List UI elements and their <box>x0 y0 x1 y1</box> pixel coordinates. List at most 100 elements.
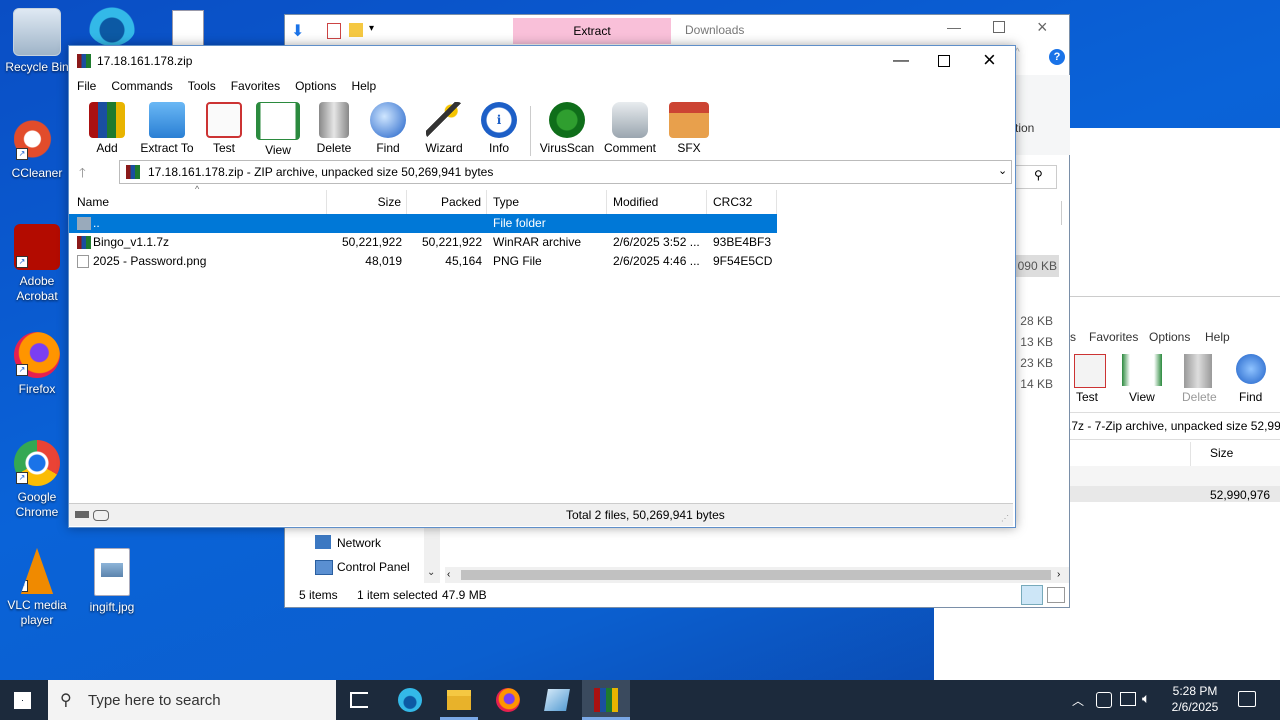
table-row[interactable]: .. File folder <box>69 214 777 233</box>
scroll-right-icon[interactable]: › <box>1057 569 1060 580</box>
minimize-icon[interactable]: — <box>947 19 961 35</box>
folder-icon[interactable] <box>349 23 363 37</box>
close-icon[interactable]: × <box>983 48 996 72</box>
row-type: File folder <box>493 216 546 230</box>
path-bar[interactable]: 17.18.161.178.zip - ZIP archive, unpacke… <box>119 160 1012 184</box>
help-icon[interactable]: ? <box>1049 49 1065 65</box>
comment-button[interactable]: Comment <box>600 102 660 155</box>
size-cell: 14 KB <box>1020 377 1053 391</box>
view-button[interactable]: View <box>250 102 306 157</box>
control-panel-icon <box>315 560 333 575</box>
clock[interactable]: 5:28 PM 2/6/2025 <box>1166 683 1224 715</box>
clock-time: 5:28 PM <box>1172 684 1218 698</box>
properties-icon[interactable] <box>327 23 341 39</box>
row-packed: 45,164 <box>445 254 482 268</box>
winrar-archive-icon <box>77 236 91 249</box>
drive-icon[interactable] <box>75 511 89 518</box>
file-explorer-taskbar-icon[interactable] <box>447 690 471 710</box>
add-button[interactable]: Add <box>79 102 135 155</box>
taskbar-search-box[interactable]: ⚲ Type here to search <box>48 680 336 720</box>
download-arrow-icon[interactable]: ⬇ <box>291 21 309 40</box>
desktop-icon-vlc[interactable]: ↗ VLC media player <box>2 548 72 628</box>
sfx-button[interactable]: SFX <box>661 102 717 155</box>
menu-options[interactable]: Options <box>295 79 336 93</box>
info-button[interactable]: i Info <box>471 102 527 155</box>
row-modified: 2/6/2025 4:46 ... <box>613 254 700 268</box>
table-row[interactable]: 2025 - Password.png 48,019 45,164 PNG Fi… <box>69 252 777 271</box>
firefox-taskbar-icon[interactable] <box>496 688 520 712</box>
scroll-left-icon[interactable]: ‹ <box>447 569 450 580</box>
explorer-sizes: 28 KB 13 KB 23 KB 14 KB <box>1015 311 1053 395</box>
desktop-icon-firefox[interactable]: ↗ Firefox <box>2 332 72 397</box>
scrollbar-thumb[interactable] <box>461 570 1051 580</box>
desktop-icon-ingift[interactable]: ingift.jpg <box>77 548 147 615</box>
wizard-button[interactable]: Wizard <box>416 102 472 155</box>
extract-to-button[interactable]: Extract To <box>137 102 197 155</box>
find-button[interactable]: Find <box>360 102 416 155</box>
task-view-icon[interactable] <box>350 692 368 708</box>
menu-favorites[interactable]: Favorites <box>231 79 280 93</box>
menu-file[interactable]: File <box>77 79 96 93</box>
details-view-icon[interactable] <box>1021 585 1043 605</box>
minimize-icon[interactable]: — <box>893 52 909 70</box>
column-header-size[interactable]: Size <box>327 190 407 214</box>
column-header-crc32[interactable]: CRC32 <box>707 190 777 214</box>
winrar-app-icon <box>77 54 91 68</box>
menu-commands[interactable]: Commands <box>111 79 172 93</box>
view-book-icon <box>256 102 300 140</box>
close-icon[interactable]: × <box>1037 17 1048 38</box>
desktop-icon-recycle-bin[interactable]: Recycle Bin <box>2 8 72 75</box>
menu-help[interactable]: Help <box>351 79 376 93</box>
size-cell: 13 KB <box>1020 335 1053 349</box>
test-button[interactable]: Test <box>196 102 252 155</box>
column-header-packed[interactable]: Packed <box>407 190 487 214</box>
notification-icon[interactable] <box>1238 691 1256 707</box>
nav-network[interactable]: Network <box>337 536 381 550</box>
scroll-down-icon[interactable]: ⌄ <box>427 567 435 578</box>
size-cell: 23 KB <box>1020 356 1053 370</box>
volume-icon[interactable]: 🔈︎ <box>1142 690 1150 707</box>
row-type: PNG File <box>493 254 542 268</box>
device-icon[interactable] <box>1096 692 1112 708</box>
status-selected: 1 item selected <box>357 588 438 602</box>
winrar-titlebar[interactable]: 17.18.161.178.zip <box>69 46 1015 76</box>
magnifier-icon <box>1236 354 1266 384</box>
nav-control-panel[interactable]: Control Panel <box>337 560 410 574</box>
search-icon[interactable]: ⚲ <box>1034 168 1043 182</box>
row-modified: 2/6/2025 3:52 ... <box>613 235 700 249</box>
edge-taskbar-icon[interactable] <box>398 688 422 712</box>
horizontal-scrollbar[interactable]: ‹ › <box>445 567 1069 583</box>
ribbon-tab-extract[interactable]: Extract <box>513 18 671 44</box>
key-icon[interactable] <box>93 510 109 521</box>
chevron-down-icon[interactable]: ▾ <box>369 23 374 34</box>
column-header-modified[interactable]: Modified <box>607 190 707 214</box>
thumbnail-view-icon[interactable] <box>1047 587 1065 603</box>
desktop-icon-ccleaner[interactable]: ↗ CCleaner <box>2 116 72 181</box>
toolbar-label: Comment <box>603 141 656 155</box>
network-tray-icon[interactable] <box>1120 692 1136 706</box>
size-cell: 28 KB <box>1020 314 1053 328</box>
png-file-icon <box>77 255 89 268</box>
virusscan-button[interactable]: VirusScan <box>537 102 597 155</box>
winrar-taskbar-button[interactable] <box>582 680 630 720</box>
windows-start-icon[interactable] <box>14 692 31 709</box>
resize-grip-icon[interactable]: ⋰ <box>1001 514 1009 523</box>
column-header-type[interactable]: Type <box>487 190 607 214</box>
status-size: 47.9 MB <box>442 588 487 602</box>
chevron-up-icon[interactable]: ︿ <box>1072 692 1084 709</box>
parent-folder-icon <box>77 217 91 230</box>
desktop-icon-adobe-acrobat[interactable]: ↗ Adobe Acrobat <box>2 224 72 304</box>
menu-tools[interactable]: Tools <box>188 79 216 93</box>
delete-button[interactable]: Delete <box>306 102 362 155</box>
edge-desktop-icon[interactable] <box>88 6 136 46</box>
file-desktop-icon[interactable] <box>172 10 204 48</box>
table-row[interactable]: Bingo_v1.1.7z 50,221,922 50,221,922 WinR… <box>69 233 777 252</box>
desktop-icon-google-chrome[interactable]: ↗ Google Chrome <box>2 440 72 520</box>
maximize-icon[interactable] <box>938 55 950 67</box>
maximize-icon[interactable] <box>993 21 1005 33</box>
chevron-down-icon[interactable]: ⌄ <box>998 164 1007 177</box>
up-arrow-icon[interactable]: 🡑 <box>79 164 86 186</box>
row-packed: 50,221,922 <box>421 235 482 249</box>
back-path-bar: .7z - 7-Zip archive, unpacked size 52,99… <box>1068 412 1280 440</box>
notepad-taskbar-icon[interactable] <box>544 689 570 711</box>
